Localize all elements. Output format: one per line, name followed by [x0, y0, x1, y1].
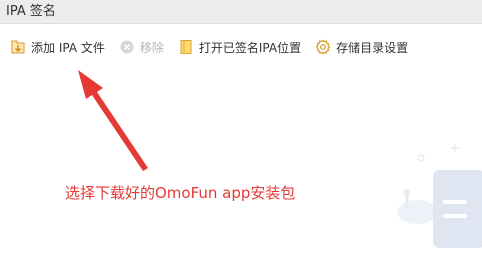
- window-titlebar: IPA 签名: [0, 0, 482, 24]
- remove-label: 移除: [139, 40, 164, 55]
- window-title: IPA 签名: [6, 4, 56, 19]
- empty-state-illustration: [397, 144, 482, 248]
- remove-button[interactable]: 移除: [119, 36, 164, 58]
- storage-settings-label: 存储目录设置: [336, 40, 409, 55]
- open-folder-label: 打开已签名IPA位置: [198, 40, 302, 55]
- add-ipa-button[interactable]: 添加 IPA 文件: [10, 36, 105, 58]
- gear-icon: [315, 39, 331, 55]
- open-signed-folder-button[interactable]: 打开已签名IPA位置: [178, 36, 301, 58]
- storage-settings-button[interactable]: 存储目录设置: [315, 36, 408, 58]
- remove-icon: [119, 39, 135, 55]
- add-file-icon: [10, 39, 26, 55]
- toolbar: 添加 IPA 文件 移除 打开已签名IPA位置 存储目录设置: [0, 30, 482, 64]
- annotation-text: 选择下载好的OmoFun app安装包: [65, 184, 296, 202]
- add-ipa-label: 添加 IPA 文件: [31, 40, 105, 55]
- folder-icon: [178, 39, 194, 55]
